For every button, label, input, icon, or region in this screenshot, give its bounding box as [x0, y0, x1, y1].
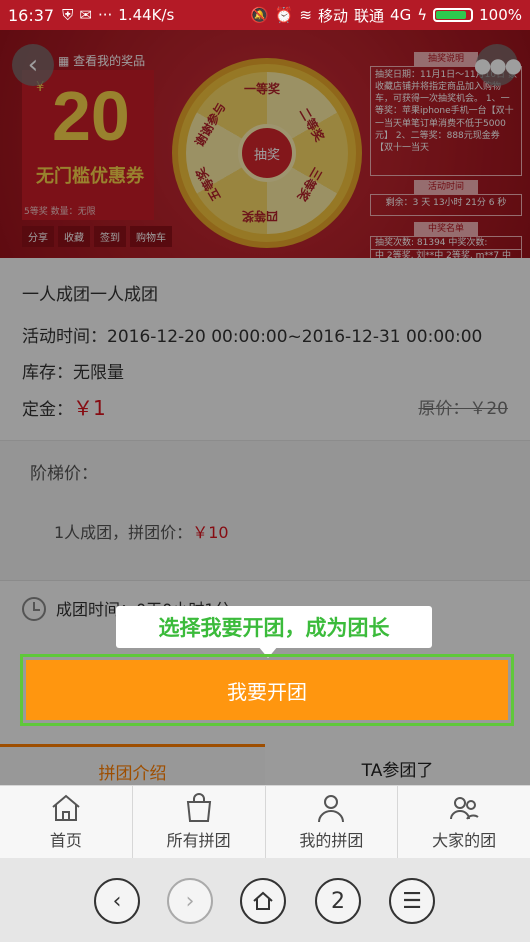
- nav-my-groups[interactable]: 我的拼团: [266, 786, 399, 858]
- stock-row: 库存：无限量: [22, 363, 124, 383]
- tier-price-box: 阶梯价： 1人成团，拼团价：￥10: [0, 440, 530, 580]
- message-icon: ✉: [79, 6, 92, 24]
- browser-forward-button[interactable]: ›: [167, 878, 213, 924]
- carrier-1: 移动: [318, 6, 349, 25]
- mute-icon: 🔕: [250, 6, 269, 24]
- users-icon: [450, 797, 479, 820]
- chevron-left-icon: ‹: [112, 888, 122, 914]
- share-action[interactable]: 分享: [22, 226, 54, 247]
- shopping-bag-icon: [186, 793, 211, 822]
- nav-all-groups[interactable]: 所有拼团: [133, 786, 266, 858]
- nav-all-groups-label: 所有拼团: [166, 831, 231, 850]
- countdown-text: 剩余：3 天 13小时 21分 6 秒: [370, 194, 522, 216]
- browser-home-button[interactable]: [240, 878, 286, 924]
- prize-wheel: 一等奖 二等奖 三等奖 四等奖 五等奖 谢谢参与 抽奖: [172, 58, 362, 248]
- alarm-icon: ⏰: [274, 6, 294, 24]
- more-dots-icon: ●●●: [473, 53, 522, 77]
- browser-back-button[interactable]: ‹: [94, 878, 140, 924]
- activity-time-label: 活动时间：: [22, 327, 107, 347]
- deposit-label: 定金：: [22, 400, 73, 420]
- home-icon: [52, 794, 80, 821]
- status-bar: 16:37 ⛨ ✉ ··· 1.44K/s 🔕 ⏰ ≋ 移动 联通 4G ϟ 1…: [0, 0, 530, 30]
- product-title: 一人成团一人成团: [22, 285, 158, 305]
- network-type: 4G: [390, 6, 412, 24]
- product-info: 一人成团一人成团 活动时间：2016-12-20 00:00:00~2016-1…: [0, 258, 530, 580]
- browser-tabs-button[interactable]: 2: [315, 878, 361, 924]
- tier-row-text: 1人成团，拼团价：: [54, 523, 193, 542]
- clock-icon: [22, 597, 46, 621]
- coupon-amount: 20: [52, 77, 130, 155]
- coupon-card: ¥ 20 无门槛优惠券 5等奖 数量：无限: [22, 70, 154, 220]
- battery-icon: [433, 8, 474, 22]
- nav-home-label: 首页: [49, 831, 82, 850]
- tab-group-intro[interactable]: 拼团介绍: [0, 744, 265, 785]
- wifi-icon: ≋: [299, 6, 312, 24]
- tab-ta-joined[interactable]: TA参团了: [265, 744, 530, 785]
- open-group-highlight: 我要开团: [20, 654, 514, 726]
- detail-tabs: 拼团介绍 TA参团了: [0, 744, 530, 785]
- charging-icon: ϟ: [417, 6, 428, 24]
- back-button[interactable]: ‹: [12, 44, 54, 86]
- network-speed: 1.44K/s: [118, 6, 175, 24]
- guide-tooltip-text: 选择我要开团，成为团长: [158, 616, 390, 640]
- original-price: 原价：￥20: [418, 399, 508, 419]
- status-time: 16:37: [8, 5, 55, 25]
- rules-title: 抽奖说明: [414, 52, 478, 66]
- tier-row-price: ￥10: [192, 523, 229, 542]
- shield-icon: ⛨: [62, 6, 74, 24]
- favorite-action[interactable]: 收藏: [58, 226, 90, 247]
- menu-icon: ☰: [402, 888, 422, 914]
- nav-everyone-groups-label: 大家的团: [432, 831, 497, 850]
- nav-home[interactable]: 首页: [0, 786, 133, 858]
- chevron-left-icon: ‹: [27, 50, 39, 80]
- spin-button[interactable]: 抽奖: [238, 124, 296, 182]
- tab-count: 2: [331, 888, 345, 914]
- nav-my-groups-label: 我的拼团: [299, 831, 364, 850]
- activity-time-row: 活动时间：2016-12-20 00:00:00~2016-12-31 00:0…: [22, 322, 482, 347]
- tier-price-label: 阶梯价：: [30, 464, 98, 484]
- open-group-button[interactable]: 我要开团: [26, 660, 508, 720]
- wheel-segment: 一等奖: [244, 82, 281, 96]
- more-button[interactable]: ●●●: [473, 44, 522, 86]
- winners-count: 抽奖次数: 81394 中奖次数: 58320: [370, 236, 522, 250]
- view-my-prizes-link[interactable]: ▦ 查看我的奖品: [58, 52, 145, 69]
- bottom-nav: 首页 所有拼团 我的拼团 大家的团: [0, 785, 530, 858]
- browser-menu-button[interactable]: ☰: [389, 878, 435, 924]
- carrier-2: 联通: [354, 6, 385, 25]
- battery-level: 100%: [479, 6, 522, 24]
- activity-time-title: 活动时间: [414, 180, 478, 194]
- guide-tooltip: 选择我要开团，成为团长: [116, 606, 432, 658]
- checkin-action[interactable]: 签到: [94, 226, 126, 247]
- coupon-name: 无门槛优惠券: [36, 166, 144, 187]
- more-dots-icon: ···: [97, 6, 113, 24]
- system-nav: ‹ › 2 ☰: [0, 858, 530, 942]
- nav-everyone-groups[interactable]: 大家的团: [398, 786, 530, 858]
- home-icon: [253, 891, 273, 910]
- coupon-meta: 5等奖 数量：无限: [24, 207, 96, 217]
- banner-actions: 分享 收藏 签到 购物车: [22, 226, 172, 247]
- deposit-row: 定金：￥1: [22, 392, 106, 421]
- wheel-segment: 四等奖: [242, 209, 279, 223]
- tier-price-row: 1人成团，拼团价：￥10: [54, 519, 229, 543]
- chevron-right-icon: ›: [185, 888, 195, 914]
- winners-title: 中奖名单: [414, 222, 478, 236]
- user-icon: [318, 795, 345, 823]
- activity-time-value: 2016-12-20 00:00:00~2016-12-31 00:00:00: [107, 327, 483, 347]
- lottery-banner: ▦ 查看我的奖品 ¥ 20 无门槛优惠券 5等奖 数量：无限 分享 收藏 签到 …: [0, 30, 530, 258]
- cart-action[interactable]: 购物车: [130, 226, 172, 247]
- winners-list: 中 2等奖, 刘**中 2等奖, m**7 中 2: [370, 250, 522, 258]
- deposit-price: ￥1: [73, 396, 106, 420]
